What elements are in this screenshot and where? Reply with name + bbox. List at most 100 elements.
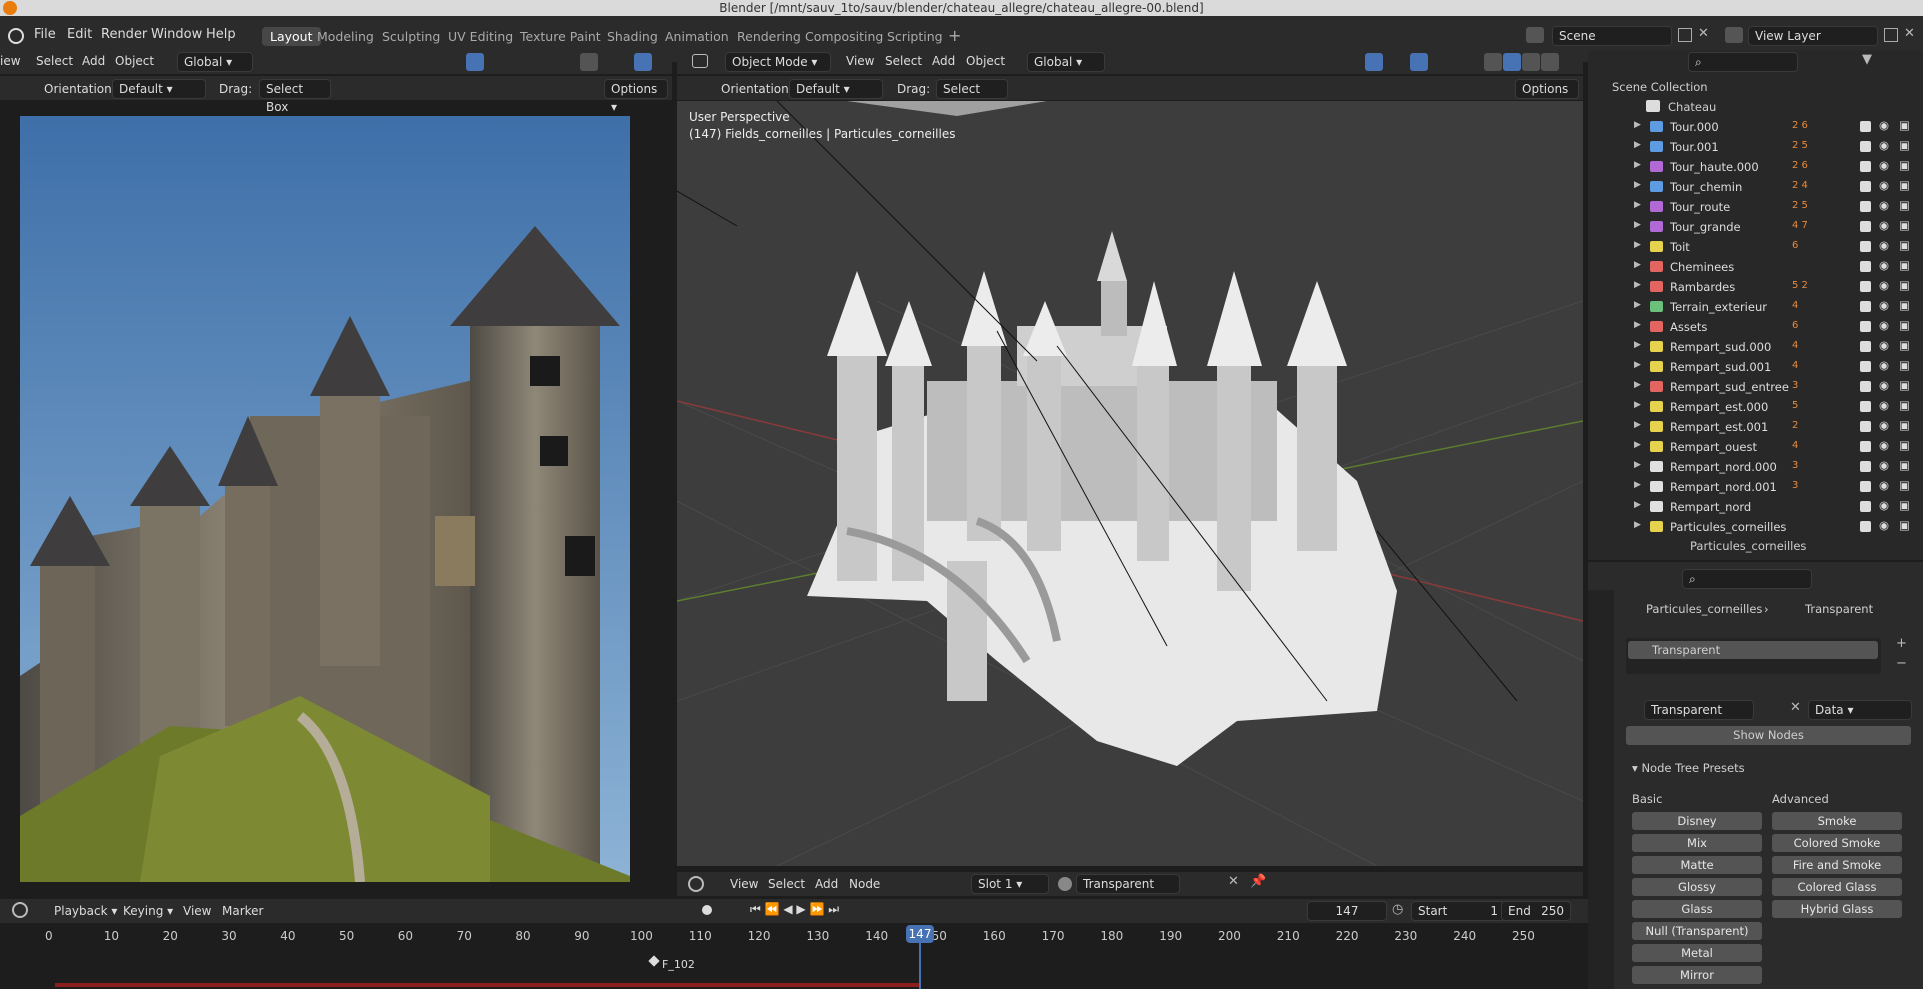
outliner-item[interactable]: ▶ Terrain_exterieur 4 ◉ ▣	[1592, 297, 1923, 317]
tab-shading[interactable]: Shading	[607, 29, 658, 44]
camera-icon[interactable]: ▣	[1899, 478, 1910, 492]
preset-advanced-button[interactable]: Fire and Smoke	[1772, 856, 1902, 874]
eye-icon[interactable]: ◉	[1879, 338, 1889, 352]
eye-icon[interactable]: ◉	[1879, 138, 1889, 152]
checkbox-icon[interactable]	[1860, 241, 1871, 252]
new-scene-icon[interactable]	[1678, 28, 1692, 42]
menu-file[interactable]: File	[34, 27, 56, 42]
viewport-menu-view[interactable]: View	[846, 54, 874, 68]
expand-arrow-icon[interactable]: ▶	[1634, 440, 1641, 450]
preset-basic-button[interactable]: Glass	[1632, 900, 1762, 918]
checkbox-icon[interactable]	[1860, 501, 1871, 512]
eye-icon[interactable]: ◉	[1879, 318, 1889, 332]
record-icon[interactable]	[702, 905, 712, 915]
camera-icon[interactable]: ▣	[1899, 198, 1910, 212]
preset-advanced-button[interactable]: Colored Smoke	[1772, 834, 1902, 852]
outliner-item[interactable]: ▶ Rempart_ouest 4 ◉ ▣	[1592, 437, 1923, 457]
camera-icon[interactable]: ▣	[1899, 378, 1910, 392]
new-view-layer-icon[interactable]	[1884, 28, 1898, 42]
tab-compositing[interactable]: Compositing	[805, 29, 883, 44]
expand-arrow-icon[interactable]: ▶	[1634, 480, 1641, 490]
tab-uv-editing[interactable]: UV Editing	[448, 29, 513, 44]
camera-icon[interactable]: ▣	[1899, 278, 1910, 292]
camera-icon[interactable]: ▣	[1899, 358, 1910, 372]
checkbox-icon[interactable]	[1860, 201, 1871, 212]
expand-arrow-icon[interactable]: ▶	[1634, 520, 1641, 530]
camera-icon[interactable]: ▣	[1899, 298, 1910, 312]
checkbox-icon[interactable]	[1860, 301, 1871, 312]
blender-menu-icon[interactable]	[8, 28, 24, 44]
camera-icon[interactable]: ▣	[1899, 418, 1910, 432]
preset-basic-button[interactable]: Null (Transparent)	[1632, 922, 1762, 940]
menu-render[interactable]: Render	[101, 27, 147, 42]
current-frame-field[interactable]: 147	[1307, 901, 1387, 921]
preset-advanced-button[interactable]: Colored Glass	[1772, 878, 1902, 896]
checkbox-icon[interactable]	[1860, 421, 1871, 432]
eye-icon[interactable]: ◉	[1879, 378, 1889, 392]
checkbox-icon[interactable]	[1860, 181, 1871, 192]
outliner-item[interactable]: ▶ Tour_route 2 5 ◉ ▣	[1592, 197, 1923, 217]
add-slot-icon[interactable]: +	[1896, 636, 1907, 651]
camera-icon[interactable]: ▣	[1899, 158, 1910, 172]
checkbox-icon[interactable]	[1860, 161, 1871, 172]
expand-arrow-icon[interactable]: ▶	[1634, 260, 1641, 270]
outliner-item[interactable]: ▶ Tour_haute.000 2 6 ◉ ▣	[1592, 157, 1923, 177]
expand-arrow-icon[interactable]: ▶	[1634, 220, 1641, 230]
tab-texture-paint[interactable]: Texture Paint	[520, 29, 601, 44]
scene-field[interactable]: Scene	[1552, 26, 1672, 46]
eye-icon[interactable]: ◉	[1879, 498, 1889, 512]
timeline-menu-keying[interactable]: Keying ▾	[123, 904, 173, 918]
outliner-item[interactable]: ▶ Rempart_nord.001 3 ◉ ▣	[1592, 477, 1923, 497]
material-sphere-icon[interactable]	[1058, 877, 1072, 891]
tab-sculpting[interactable]: Sculpting	[382, 29, 440, 44]
left-menu-select[interactable]: Select	[36, 54, 73, 68]
left-menu-add[interactable]: Add	[82, 54, 105, 68]
preset-basic-button[interactable]: Mix	[1632, 834, 1762, 852]
checkbox-icon[interactable]	[1860, 461, 1871, 472]
tab-rendering[interactable]: Rendering	[737, 29, 801, 44]
node-material-unlink-icon[interactable]: ✕	[1228, 874, 1239, 889]
node-editor-type-icon[interactable]	[688, 876, 704, 892]
view-layer-field[interactable]: View Layer	[1748, 26, 1878, 46]
tab-scripting[interactable]: Scripting	[887, 29, 943, 44]
playhead-frame[interactable]: 147	[906, 925, 934, 943]
expand-arrow-icon[interactable]: ▶	[1634, 180, 1641, 190]
left-shading-rendered-icon[interactable]	[634, 53, 652, 71]
preset-basic-button[interactable]: Matte	[1632, 856, 1762, 874]
checkbox-icon[interactable]	[1860, 361, 1871, 372]
preset-basic-button[interactable]: Metal	[1632, 944, 1762, 962]
eye-icon[interactable]: ◉	[1879, 178, 1889, 192]
expand-arrow-icon[interactable]: ▶	[1634, 300, 1641, 310]
eye-icon[interactable]: ◉	[1879, 438, 1889, 452]
eye-icon[interactable]: ◉	[1879, 518, 1889, 532]
add-workspace-icon[interactable]: +	[948, 26, 961, 45]
viewport-menu-select[interactable]: Select	[885, 54, 922, 68]
camera-icon[interactable]: ▣	[1899, 138, 1910, 152]
tab-animation[interactable]: Animation	[665, 29, 729, 44]
viewport-drag-dropdown[interactable]: Select Box	[936, 79, 1008, 114]
preset-advanced-button[interactable]: Hybrid Glass	[1772, 900, 1902, 918]
presets-title[interactable]: ▾ Node Tree Presets	[1632, 761, 1745, 775]
eye-icon[interactable]: ◉	[1879, 118, 1889, 132]
outliner-item[interactable]: ▶ Particules_corneilles ◉ ▣	[1592, 517, 1923, 537]
checkbox-icon[interactable]	[1860, 221, 1871, 232]
left-shading-solid-icon[interactable]	[580, 53, 598, 71]
viewport-options-dropdown[interactable]: Options ▾	[1515, 79, 1579, 114]
viewport-menu-add[interactable]: Add	[932, 54, 955, 68]
outliner-item[interactable]: ▶ Rempart_sud.001 4 ◉ ▣	[1592, 357, 1923, 377]
eye-icon[interactable]: ◉	[1879, 198, 1889, 212]
checkbox-icon[interactable]	[1860, 341, 1871, 352]
camera-icon[interactable]: ▣	[1899, 118, 1910, 132]
3d-viewport[interactable]	[677, 101, 1583, 866]
node-menu-add[interactable]: Add	[815, 877, 838, 891]
viewport-transform-dropdown[interactable]: Global ▾	[1027, 52, 1105, 72]
checkbox-icon[interactable]	[1860, 521, 1871, 532]
delete-view-layer-icon[interactable]: ✕	[1904, 26, 1915, 41]
shading-solid-icon[interactable]	[1503, 53, 1521, 71]
camera-icon[interactable]: ▣	[1899, 178, 1910, 192]
menu-edit[interactable]: Edit	[67, 27, 92, 42]
material-unlink-icon[interactable]: ✕	[1790, 700, 1801, 715]
outliner-item[interactable]: ▶ Tour_chemin 2 4 ◉ ▣	[1592, 177, 1923, 197]
shading-wireframe-icon[interactable]	[1484, 53, 1502, 71]
material-name-field[interactable]: Transparent	[1644, 700, 1754, 720]
